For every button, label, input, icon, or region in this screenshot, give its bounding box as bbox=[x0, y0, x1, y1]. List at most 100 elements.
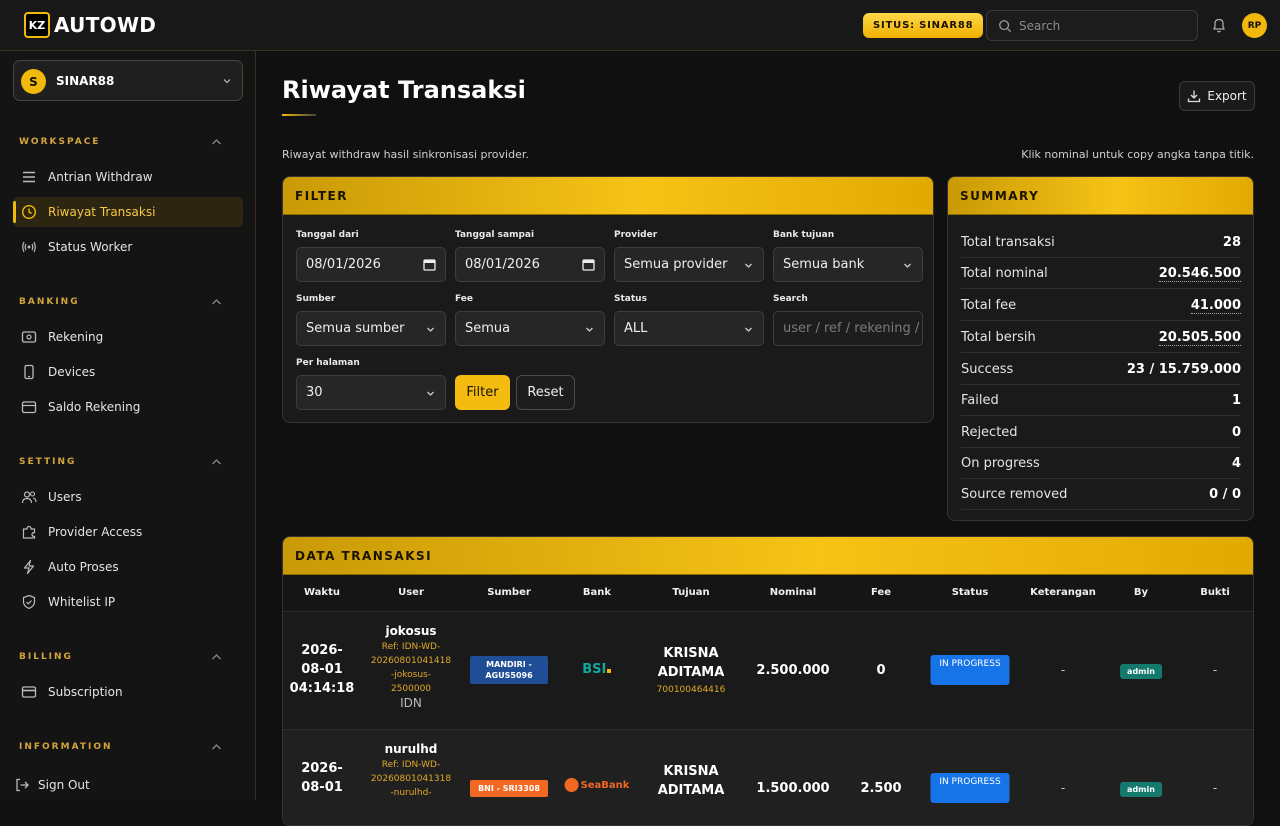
total-nominal-copy[interactable]: 20.546.500 bbox=[1158, 266, 1241, 282]
sidebar-item-devices[interactable]: Devices bbox=[13, 357, 243, 387]
tanggal-sampai-input[interactable]: 08/01/2026 bbox=[455, 247, 605, 282]
chevron-down-icon bbox=[427, 391, 434, 396]
chevron-up-icon[interactable] bbox=[211, 138, 222, 146]
bank-card-icon bbox=[21, 331, 37, 343]
user-avatar[interactable]: RP bbox=[1242, 13, 1267, 38]
users-icon bbox=[21, 491, 37, 504]
calendar-icon[interactable] bbox=[423, 258, 436, 271]
bank-name: BSI bbox=[582, 662, 607, 677]
row-fee[interactable]: 0 bbox=[876, 663, 885, 678]
site-badge[interactable]: SITUS: SINAR88 bbox=[863, 13, 984, 38]
bell-icon[interactable] bbox=[1211, 17, 1227, 34]
filter-button[interactable]: Filter bbox=[455, 375, 510, 410]
sidebar-item-whitelist-ip[interactable]: Whitelist IP bbox=[13, 587, 243, 617]
row-fee[interactable]: 2.500 bbox=[860, 781, 901, 796]
sidebar-item-users[interactable]: Users bbox=[13, 482, 243, 512]
fee-select[interactable]: Semua bbox=[455, 311, 605, 346]
provider-value: Semua provider bbox=[624, 257, 728, 272]
dest-name-part: KRISNA bbox=[663, 764, 719, 779]
chevron-up-icon[interactable] bbox=[211, 458, 222, 466]
sidebar-item-status-worker[interactable]: Status Worker bbox=[13, 232, 243, 262]
sidebar-item-riwayat-transaksi[interactable]: Riwayat Transaksi bbox=[13, 197, 243, 227]
sidebar-item-label: Users bbox=[48, 490, 82, 504]
brand-logo[interactable]: KZ AUTOWD bbox=[24, 12, 156, 38]
clock-icon bbox=[21, 204, 37, 220]
row-status-badge: IN PROGRESS bbox=[930, 655, 1010, 685]
sidebar-item-label: Antrian Withdraw bbox=[48, 170, 153, 184]
export-button[interactable]: Export bbox=[1179, 81, 1255, 111]
export-label: Export bbox=[1207, 89, 1247, 103]
wallet-icon bbox=[21, 401, 37, 414]
chevron-down-icon bbox=[586, 327, 593, 332]
total-fee-copy[interactable]: 41.000 bbox=[1190, 298, 1241, 314]
col-by: By bbox=[1133, 587, 1149, 598]
section-title-workspace: WORKSPACE bbox=[19, 137, 101, 147]
sidebar-item-antrian-withdraw[interactable]: Antrian Withdraw bbox=[13, 162, 243, 192]
provider-select[interactable]: Semua provider bbox=[614, 247, 764, 282]
provider-label: Provider bbox=[614, 230, 658, 240]
chevron-down-icon bbox=[223, 79, 231, 84]
search-field[interactable]: user / ref / rekening / bbox=[773, 311, 923, 346]
chevron-down-icon bbox=[427, 327, 434, 332]
sidebar-item-label: Whitelist IP bbox=[48, 595, 116, 609]
dest-name: KRISNA ADITAMA bbox=[646, 644, 736, 682]
summary-value: 0 bbox=[1231, 425, 1241, 440]
workspace-selector[interactable]: S SINAR88 bbox=[13, 60, 243, 101]
col-fee: Fee bbox=[871, 587, 891, 598]
sidebar-item-subscription[interactable]: Subscription bbox=[13, 677, 243, 707]
search-label: Search bbox=[773, 294, 808, 304]
filter-card: FILTER Tanggal dari 08/01/2026 Tanggal s… bbox=[282, 176, 934, 423]
per-halaman-select[interactable]: 30 bbox=[296, 375, 446, 410]
sidebar-item-auto-proses[interactable]: Auto Proses bbox=[13, 552, 243, 582]
status-select[interactable]: ALL bbox=[614, 311, 764, 346]
summary-row: Rejected 0 bbox=[961, 417, 1241, 448]
row-ref: Ref: IDN-WD- 20260801041318 -nurulhd- bbox=[366, 758, 456, 800]
sidebar-item-label: Provider Access bbox=[48, 525, 143, 539]
row-nominal[interactable]: 1.500.000 bbox=[756, 781, 829, 796]
summary-label: Source removed bbox=[961, 487, 1068, 502]
bolt-icon bbox=[23, 559, 35, 575]
per-halaman-label: Per halaman bbox=[296, 358, 360, 368]
sidebar-item-label: Rekening bbox=[48, 330, 104, 344]
shield-icon bbox=[22, 594, 36, 610]
chevron-up-icon[interactable] bbox=[211, 653, 222, 661]
bank-tujuan-value: Semua bank bbox=[783, 257, 865, 272]
sidebar: S SINAR88 WORKSPACE Antrian Withdraw Riw… bbox=[0, 51, 256, 800]
chevron-down-icon bbox=[745, 263, 752, 268]
row-username: jokosus bbox=[385, 624, 437, 638]
bank-logo-seabank: SeaBank bbox=[564, 778, 630, 792]
summary-label: Total transaksi bbox=[961, 235, 1055, 250]
reset-button[interactable]: Reset bbox=[516, 375, 575, 410]
calendar-icon[interactable] bbox=[582, 258, 595, 271]
row-nominal[interactable]: 2.500.000 bbox=[756, 663, 829, 678]
col-user: User bbox=[398, 587, 424, 598]
sidebar-item-saldo-rekening[interactable]: Saldo Rekening bbox=[13, 392, 243, 422]
col-sumber: Sumber bbox=[487, 587, 531, 598]
row-source-badge: MANDIRI - AGUS5096 bbox=[470, 656, 548, 684]
ref-part: 2500000 bbox=[390, 684, 432, 694]
brand-mark: KZ bbox=[24, 12, 50, 38]
total-bersih-copy[interactable]: 20.505.500 bbox=[1158, 330, 1241, 346]
chevron-up-icon[interactable] bbox=[211, 743, 222, 751]
sidebar-item-provider-access[interactable]: Provider Access bbox=[13, 517, 243, 547]
row-user: nurulhd Ref: IDN-WD- 20260801041318 -nur… bbox=[363, 742, 459, 800]
sumber-select[interactable]: Semua sumber bbox=[296, 311, 446, 346]
search-input[interactable] bbox=[1019, 17, 1189, 35]
bank-name: SeaBank bbox=[580, 780, 630, 791]
chevron-down-icon bbox=[745, 327, 752, 332]
row-region: IDN bbox=[400, 696, 422, 710]
tanggal-dari-input[interactable]: 08/01/2026 bbox=[296, 247, 446, 282]
summary-value: 28 bbox=[1222, 235, 1241, 250]
col-bukti: Bukti bbox=[1200, 587, 1230, 598]
time-part: 08-01 bbox=[301, 662, 343, 677]
dest-name-part: ADITAMA bbox=[657, 665, 725, 680]
bank-tujuan-select[interactable]: Semua bank bbox=[773, 247, 923, 282]
chevron-up-icon[interactable] bbox=[211, 298, 222, 306]
sign-out-button[interactable]: Sign Out bbox=[6, 770, 236, 800]
status-value: ALL bbox=[624, 321, 648, 336]
main-content: Riwayat Transaksi Export Riwayat withdra… bbox=[257, 51, 1280, 826]
sidebar-item-rekening[interactable]: Rekening bbox=[13, 322, 243, 352]
per-halaman-value: 30 bbox=[306, 385, 323, 400]
page-title: Riwayat Transaksi bbox=[282, 76, 526, 104]
row-ref: Ref: IDN-WD- 20260801041418 -jokosus- 25… bbox=[366, 640, 456, 696]
